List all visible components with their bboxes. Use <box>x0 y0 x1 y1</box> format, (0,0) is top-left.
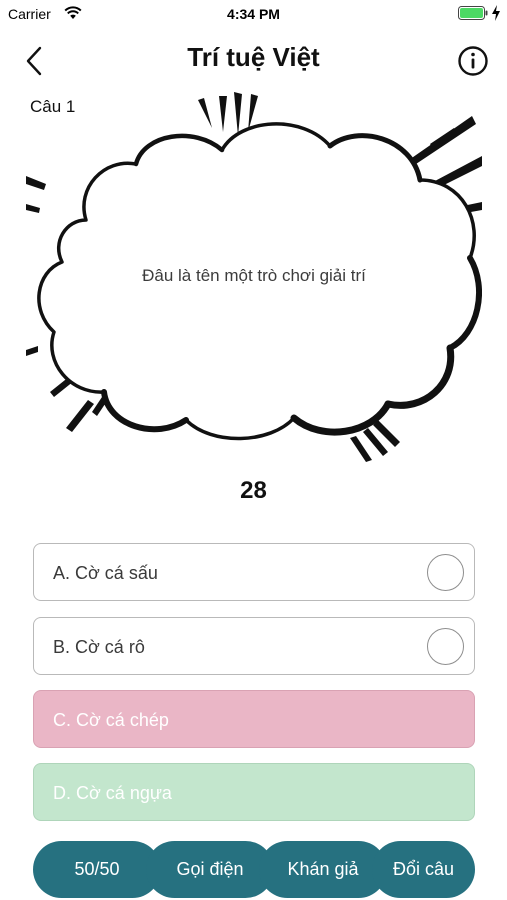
answer-label: C. Cờ cá chép <box>53 710 169 730</box>
charging-icon <box>492 5 500 21</box>
lifeline-fifty-fifty-button[interactable]: 50/50 <box>33 841 161 898</box>
lifeline-phone-button[interactable]: Gọi điện <box>146 841 274 898</box>
radio-circle-icon[interactable] <box>427 628 464 665</box>
page-title: Trí tuệ Việt <box>187 42 320 72</box>
radio-circle-icon[interactable] <box>427 554 464 591</box>
answer-option-b[interactable]: B. Cờ cá rô <box>33 617 475 675</box>
answer-option-c[interactable]: C. Cờ cá chép <box>33 690 475 748</box>
countdown-timer: 28 <box>240 477 267 504</box>
answer-option-a[interactable]: A. Cờ cá sấu <box>33 543 475 601</box>
answer-option-d[interactable]: D. Cờ cá ngựa <box>33 763 475 821</box>
info-button[interactable] <box>456 44 490 78</box>
battery-icon <box>458 6 488 20</box>
lifeline-change-question-button[interactable]: Đổi câu <box>372 841 475 898</box>
question-text: Đâu là tên một trò chơi giải trí <box>142 266 366 285</box>
answer-label: B. Cờ cá rô <box>53 637 145 657</box>
answer-label: A. Cờ cá sấu <box>53 563 158 583</box>
status-bar: Carrier 4:34 PM <box>0 0 507 28</box>
lifeline-audience-button[interactable]: Khán giả <box>259 841 387 898</box>
status-time: 4:34 PM <box>227 6 280 22</box>
answer-label: D. Cờ cá ngựa <box>53 783 172 803</box>
info-circle-icon <box>458 46 488 76</box>
